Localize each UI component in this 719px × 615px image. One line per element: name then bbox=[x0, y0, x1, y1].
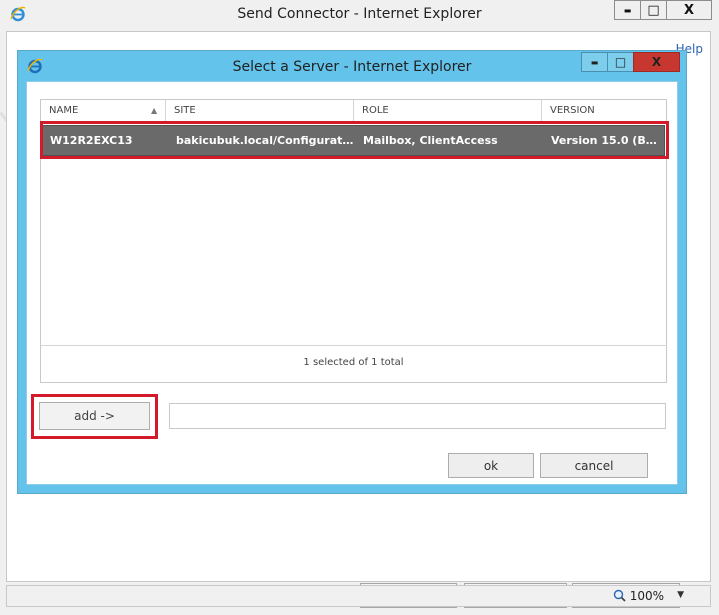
row-highlight-box bbox=[40, 121, 669, 159]
maximize-icon: □ bbox=[647, 2, 660, 18]
maximize-button[interactable]: □ bbox=[640, 0, 667, 20]
dialog-cancel-button[interactable]: cancel bbox=[540, 453, 648, 478]
selected-server-field[interactable] bbox=[169, 403, 666, 429]
close-icon: X bbox=[683, 2, 695, 18]
column-header-role[interactable]: ROLE bbox=[354, 100, 542, 121]
magnifier-icon bbox=[613, 589, 626, 602]
status-bar: 100% ▼ bbox=[6, 585, 711, 607]
table-row[interactable]: W12R2EXC13 bakicubuk.local/Configuratio.… bbox=[40, 121, 669, 159]
zoom-level[interactable]: 100% bbox=[630, 589, 664, 603]
minimize-icon: ▬ bbox=[590, 57, 599, 67]
select-server-dialog: Select a Server - Internet Explorer ▬ □ … bbox=[17, 50, 687, 494]
close-button[interactable]: X bbox=[666, 0, 712, 20]
maximize-icon: □ bbox=[614, 55, 627, 69]
list-header: NAME ▲ SITE ROLE VERSION bbox=[41, 100, 666, 122]
minimize-icon: ▬ bbox=[623, 5, 632, 15]
dialog-maximize-button[interactable]: □ bbox=[607, 52, 634, 72]
minimize-button[interactable]: ▬ bbox=[614, 0, 641, 20]
server-list: NAME ▲ SITE ROLE VERSION W12R2EXC13 baki… bbox=[40, 99, 669, 383]
outer-title-bar: Send Connector - Internet Explorer ▬ □ X bbox=[0, 0, 719, 31]
close-icon: X bbox=[651, 55, 662, 69]
selection-count: 1 selected of 1 total bbox=[303, 357, 404, 368]
column-header-site[interactable]: SITE bbox=[166, 100, 354, 121]
dialog-close-button[interactable]: X bbox=[633, 52, 680, 72]
add-button[interactable]: add -> bbox=[39, 402, 150, 430]
list-footer: 1 selected of 1 total bbox=[41, 345, 666, 382]
dialog-body: NAME ▲ SITE ROLE VERSION W12R2EXC13 baki… bbox=[26, 81, 678, 485]
zoom-dropdown-icon[interactable]: ▼ bbox=[677, 590, 684, 600]
column-header-version[interactable]: VERSION bbox=[542, 100, 666, 121]
dialog-minimize-button[interactable]: ▬ bbox=[581, 52, 608, 72]
column-header-name[interactable]: NAME ▲ bbox=[41, 100, 166, 121]
ok-button[interactable]: ok bbox=[448, 453, 534, 478]
window-title: Send Connector - Internet Explorer bbox=[237, 6, 482, 22]
sort-ascending-icon: ▲ bbox=[151, 106, 158, 115]
